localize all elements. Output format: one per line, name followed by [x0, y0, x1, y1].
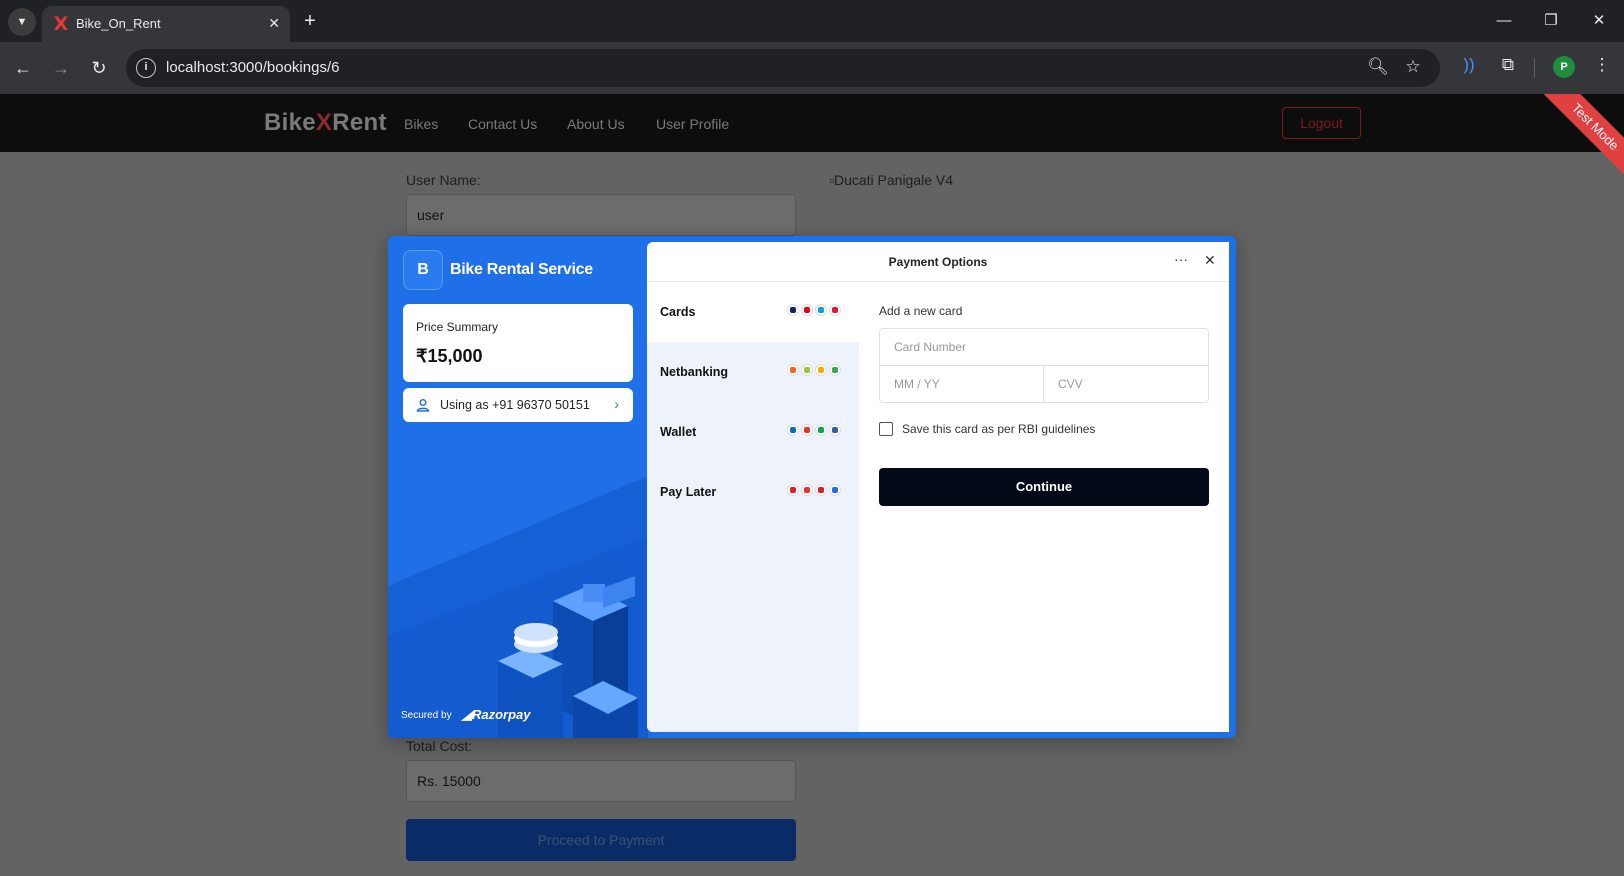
bookmark-star-icon[interactable]: ☆: [1402, 57, 1424, 77]
method-label: Cards: [660, 305, 696, 319]
cast-icon[interactable]: )): [1456, 55, 1482, 75]
tab-title: Bike_On_Rent: [76, 16, 161, 31]
bank-icons: [787, 364, 843, 378]
bank-icon: [787, 364, 799, 376]
merchant-logo: B: [403, 250, 443, 290]
address-url[interactable]: localhost:3000/bookings/6: [166, 59, 339, 76]
proceed-to-payment-button[interactable]: Proceed to Payment: [406, 819, 796, 861]
method-label: Pay Later: [660, 485, 717, 499]
pay-later-provider-icon: [815, 484, 827, 496]
profile-avatar[interactable]: P: [1553, 56, 1575, 78]
user-icon: [416, 399, 430, 412]
total-cost-field[interactable]: Rs. 15000: [406, 760, 796, 802]
toolbar-divider: [1534, 58, 1535, 78]
wallet-icons: [787, 424, 843, 438]
method-wallet[interactable]: Wallet: [647, 402, 859, 462]
card-network-icons: [787, 304, 843, 318]
wallet-icon: [815, 424, 827, 436]
method-pay-later[interactable]: Pay Later: [647, 462, 859, 522]
save-card-label[interactable]: Save this card as per RBI guidelines: [902, 422, 1095, 436]
method-label: Wallet: [660, 425, 697, 439]
address-bar[interactable]: i localhost:3000/bookings/6 🔍︎ ☆: [126, 49, 1440, 87]
card-number-input[interactable]: Card Number: [879, 328, 1209, 366]
pay-later-icons: [787, 484, 843, 498]
razorpay-logo: ◢Razorpay: [462, 707, 531, 722]
payment-method-list: Cards Netbanking Wallet Pay Later: [647, 282, 859, 732]
nav-link-contact-us[interactable]: Contact Us: [468, 116, 537, 132]
site-favicon-icon: X: [53, 13, 69, 35]
more-options-icon[interactable]: ···: [1174, 251, 1188, 267]
bike-image-alt-text: Ducati Panigale V4: [833, 172, 954, 188]
pay-later-provider-icon: [801, 484, 813, 496]
window-close-icon[interactable]: ✕: [1584, 8, 1614, 34]
amex-icon: [815, 304, 827, 316]
brand-part-1: Bike: [264, 109, 316, 136]
payment-options-title: Payment Options: [888, 255, 988, 269]
secured-by-label: Secured by: [401, 710, 452, 721]
contact-details-button[interactable]: Using as +91 96370 50151 ›: [403, 388, 633, 422]
brand-x: X: [315, 109, 333, 136]
visa-icon: [787, 304, 799, 316]
browser-tab[interactable]: X Bike_On_Rent ✕: [42, 6, 290, 42]
card-expiry-input[interactable]: MM / YY: [879, 365, 1044, 403]
nav-link-about-us[interactable]: About Us: [567, 116, 625, 132]
restore-icon[interactable]: ❐: [1536, 8, 1566, 34]
card-cvv-input[interactable]: CVV: [1043, 365, 1209, 403]
mastercard-icon: [801, 304, 813, 316]
save-card-checkbox[interactable]: [879, 422, 893, 436]
tab-list-chevron-icon[interactable]: ▼: [8, 8, 36, 36]
add-card-heading: Add a new card: [879, 304, 963, 318]
back-arrow-icon[interactable]: ←: [9, 54, 37, 82]
razorpay-checkout-modal: B Bike Rental Service Price Summary ₹15,…: [388, 236, 1236, 738]
zoom-icon[interactable]: 🔍︎: [1367, 57, 1389, 77]
merchant-panel: B Bike Rental Service Price Summary ₹15,…: [388, 236, 648, 738]
bank-icon: [815, 364, 827, 376]
price-amount: ₹15,000: [416, 346, 483, 366]
wallet-icon: [787, 424, 799, 436]
wallet-icon: [829, 424, 841, 436]
new-tab-button[interactable]: +: [298, 8, 322, 34]
extensions-puzzle-icon[interactable]: ⧉: [1495, 55, 1521, 75]
nav-link-bikes[interactable]: Bikes: [404, 116, 438, 132]
price-summary-label: Price Summary: [416, 320, 499, 334]
site-info-icon[interactable]: i: [136, 58, 156, 78]
contact-number: Using as +91 96370 50151: [440, 398, 590, 412]
merchant-name: Bike Rental Service: [450, 261, 593, 278]
user-name-label: User Name:: [406, 172, 481, 188]
method-label: Netbanking: [660, 365, 729, 379]
bike-image: ▫Ducati Panigale V4: [829, 172, 954, 188]
pay-later-provider-icon: [787, 484, 799, 496]
browser-tabstrip: ▼ X Bike_On_Rent ✕ + — ❐ ✕: [0, 0, 1624, 42]
nav-link-user-profile[interactable]: User Profile: [656, 116, 729, 132]
payment-options-panel: Payment Options ··· ✕ Cards Netbanking W…: [647, 242, 1229, 732]
chevron-right-icon: ›: [614, 396, 619, 412]
brand-part-2: Rent: [332, 109, 387, 136]
site-navbar: BikeXRent Bikes Contact Us About Us User…: [0, 94, 1624, 152]
browser-toolbar: ← → ↻ i localhost:3000/bookings/6 🔍︎ ☆ )…: [0, 42, 1624, 94]
reload-icon[interactable]: ↻: [85, 54, 113, 82]
user-name-field[interactable]: user: [406, 194, 796, 236]
menu-kebab-icon[interactable]: ⋮: [1589, 55, 1615, 75]
close-modal-icon[interactable]: ✕: [1204, 252, 1216, 269]
logout-button[interactable]: Logout: [1282, 107, 1361, 139]
price-summary-card: Price Summary ₹15,000: [403, 304, 633, 382]
wallet-icon: [801, 424, 813, 436]
tab-close-icon[interactable]: ✕: [268, 14, 280, 32]
bank-icon: [801, 364, 813, 376]
method-netbanking[interactable]: Netbanking: [647, 342, 859, 402]
payment-options-header: Payment Options ··· ✕: [647, 242, 1229, 282]
method-cards[interactable]: Cards: [647, 282, 859, 342]
forward-arrow-icon[interactable]: →: [47, 54, 75, 82]
total-cost-label: Total Cost:: [406, 738, 473, 754]
pay-later-provider-icon: [829, 484, 841, 496]
minimize-icon[interactable]: —: [1489, 8, 1519, 34]
bank-icon: [829, 364, 841, 376]
site-logo[interactable]: BikeXRent: [264, 109, 387, 137]
continue-button[interactable]: Continue: [879, 468, 1209, 506]
razorpay-wordmark: Razorpay: [472, 707, 531, 722]
rupay-icon: [829, 304, 841, 316]
